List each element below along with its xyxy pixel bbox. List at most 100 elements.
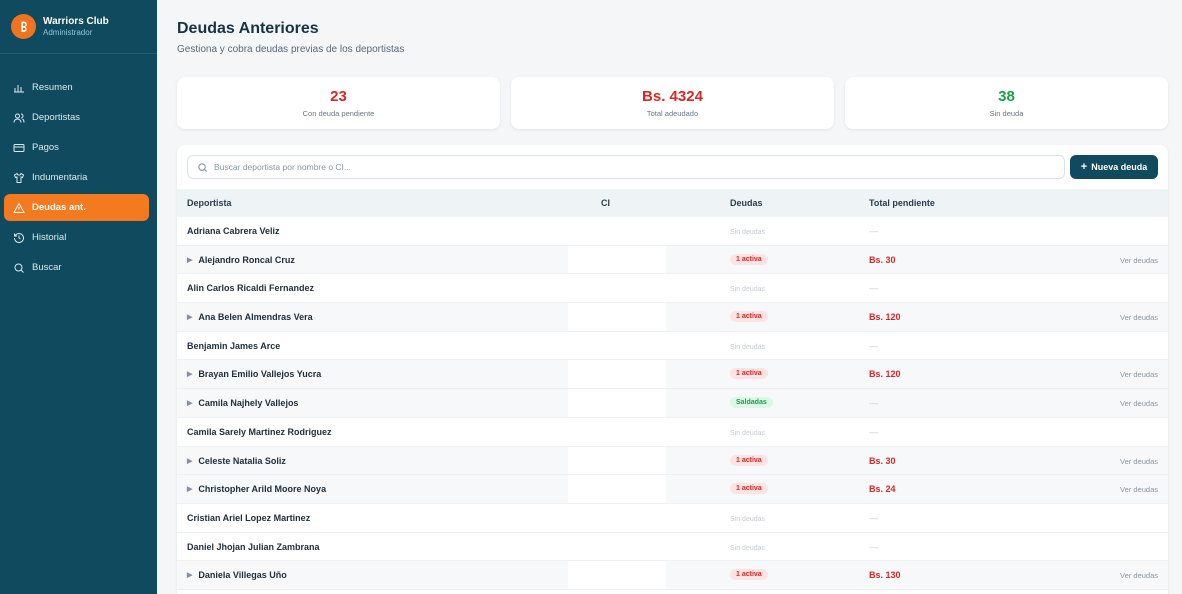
search-icon xyxy=(13,262,25,274)
total-pending-value: Bs. 120 xyxy=(869,312,901,323)
club-logo-icon xyxy=(11,14,36,39)
total-pending-cell: Bs. 24 xyxy=(869,484,896,494)
sidebar-item-resumen[interactable]: Resumen xyxy=(4,74,149,101)
new-debt-label: Nueva deuda xyxy=(1091,162,1148,172)
expand-caret-icon[interactable]: ▶ xyxy=(187,256,192,264)
debts-cell: 1 activa xyxy=(730,454,768,466)
view-debts-link[interactable]: Ver deudas xyxy=(1120,485,1158,494)
sidebar-item-historial[interactable]: Historial xyxy=(4,224,149,251)
total-pending-value: Bs. 130 xyxy=(869,570,901,581)
table-row[interactable]: ▶ Daniela Villegas Uño 1 activa Bs. 130 Ver … xyxy=(177,561,1168,590)
sidebar-item-indumentaria[interactable]: Indumentaria xyxy=(4,164,149,191)
search-input[interactable] xyxy=(214,162,1034,172)
sidebar-item-label: Deudas ant. xyxy=(32,202,86,213)
table-row[interactable]: ▶ Camila Najhely Vallejos Saldadas — Ver deu… xyxy=(177,389,1168,418)
sidebar-item-label: Historial xyxy=(32,232,67,243)
bar-chart-icon xyxy=(13,82,25,94)
debts-cell: Sin deudas xyxy=(730,339,765,351)
shirt-icon xyxy=(13,172,25,184)
table-row[interactable]: ▶ Christopher Arild Moore Noya 1 activa Bs.… xyxy=(177,475,1168,504)
view-debts-link[interactable]: Ver deudas xyxy=(1120,571,1158,580)
stat-card-no-debt: 38 Sin deuda xyxy=(845,77,1168,129)
table-row[interactable]: ▶ Celeste Natalia Soliz 1 activa Bs. 30 Ver … xyxy=(177,446,1168,476)
athlete-name-cell: ▶ Brayan Emilio Vallejos Yucra xyxy=(187,369,321,379)
sidebar-item-buscar[interactable]: Buscar xyxy=(4,254,149,281)
table-row: Cristian Ariel Lopez Martinez Sin deudas — xyxy=(177,504,1168,533)
stat-label: Total adeudado xyxy=(646,109,699,118)
athlete-name: Brayan Emilio Vallejos Yucra xyxy=(198,369,322,380)
search-icon xyxy=(197,162,208,173)
debts-cell: 1 activa xyxy=(730,367,768,380)
view-debts-link[interactable]: Ver deudas xyxy=(1120,399,1158,408)
history-icon xyxy=(13,232,25,244)
stat-value: 38 xyxy=(998,88,1015,105)
athlete-name: Alejandro Roncal Cruz xyxy=(198,254,295,265)
debts-cell: Saldadas xyxy=(730,396,773,409)
expand-caret-icon[interactable]: ▶ xyxy=(187,571,192,579)
sidebar-item-deudas[interactable]: Deudas ant. xyxy=(4,194,149,221)
total-pending-cell: — xyxy=(869,427,878,437)
view-debts-link[interactable]: Ver deudas xyxy=(1120,256,1158,265)
total-pending-cell: Bs. 130 xyxy=(869,570,901,580)
view-debts-link[interactable]: Ver deudas xyxy=(1120,313,1158,322)
table-row: Adriana Cabrera Veliz Sin deudas — xyxy=(177,217,1168,246)
stats-row: 23 Con deuda pendiente Bs. 4324 Total ad… xyxy=(177,77,1168,129)
total-pending-value: Bs. 120 xyxy=(869,369,901,380)
debts-cell: Sin deudas xyxy=(730,224,766,236)
athlete-name-cell: Daniel Jhojan Julian Zambrana xyxy=(187,542,320,552)
athlete-name-cell: ▶ Ana Belen Almendras Vera xyxy=(187,312,313,322)
athlete-name-cell: ▶ Camila Najhely Vallejos xyxy=(187,398,298,408)
debts-cell: Sin deudas xyxy=(730,281,766,294)
no-debts-text: Sin deudas xyxy=(730,229,766,236)
expand-caret-icon[interactable]: ▶ xyxy=(187,370,192,378)
expand-caret-icon[interactable]: ▶ xyxy=(187,313,192,321)
column-header-ci: CI xyxy=(601,198,610,208)
total-pending-value: Bs. 30 xyxy=(869,254,896,265)
sidebar-nav: Resumen Deportistas Pagos Indumentaria D… xyxy=(0,54,157,281)
table-row[interactable]: ▶ Alejandro Roncal Cruz 1 activa Bs. 30 Ver … xyxy=(177,245,1168,275)
view-debts-link[interactable]: Ver deudas xyxy=(1120,457,1158,466)
table-row[interactable]: ▶ Brayan Emilio Vallejos Yucra 1 activa Bs.… xyxy=(177,360,1168,390)
total-pending-value: — xyxy=(869,340,878,351)
no-debts-text: Sin deudas xyxy=(730,286,766,294)
stat-card-pending: 23 Con deuda pendiente xyxy=(177,77,500,129)
credit-card-icon xyxy=(13,142,25,154)
debts-cell: Sin deudas xyxy=(730,511,766,523)
stat-label: Con deuda pendiente xyxy=(302,109,375,118)
new-debt-button[interactable]: + Nueva deuda xyxy=(1070,155,1158,179)
athlete-name-cell: Benjamin James Arce xyxy=(187,341,280,351)
debts-cell: 1 activa xyxy=(730,253,768,265)
debts-cell: Sin deudas xyxy=(730,425,765,437)
view-debts-link[interactable]: Ver deudas xyxy=(1120,370,1158,379)
page-subtitle: Gestiona y cobra deudas previas de los d… xyxy=(177,44,405,55)
athlete-name-cell: ▶ Christopher Arild Moore Noya xyxy=(187,484,326,494)
athlete-name-cell: Adriana Cabrera Veliz xyxy=(187,226,280,236)
athlete-name: Ana Belen Almendras Vera xyxy=(198,312,313,323)
athlete-name-cell: ▶ Alejandro Roncal Cruz xyxy=(187,255,295,265)
total-pending-cell: Bs. 30 xyxy=(869,255,896,265)
sidebar-item-label: Deportistas xyxy=(32,112,81,123)
total-pending-cell: — xyxy=(869,341,878,351)
expand-caret-icon[interactable]: ▶ xyxy=(187,485,192,493)
total-pending-value: — xyxy=(869,541,878,552)
expand-caret-icon[interactable]: ▶ xyxy=(187,457,192,465)
total-pending-cell: — xyxy=(869,398,878,408)
sidebar: Warriors Club Administrador Resumen Depo… xyxy=(0,0,157,594)
total-pending-value: — xyxy=(869,283,878,294)
total-pending-cell: Bs. 120 xyxy=(869,369,901,379)
table-row: Camila Sarely Martinez Rodriguez Sin deud… xyxy=(177,418,1168,447)
debt-status-badge: 1 activa xyxy=(730,454,768,466)
table-row[interactable]: ▶ Ana Belen Almendras Vera 1 activa Bs. 120… xyxy=(177,303,1168,332)
expand-caret-icon[interactable]: ▶ xyxy=(187,399,192,407)
column-header-debts: Deudas xyxy=(730,198,763,208)
sidebar-item-pagos[interactable]: Pagos xyxy=(4,134,149,161)
search-box[interactable] xyxy=(187,155,1065,179)
debt-status-badge: 1 activa xyxy=(730,368,768,380)
sidebar-item-deportistas[interactable]: Deportistas xyxy=(4,104,149,131)
total-pending-cell: — xyxy=(869,226,878,236)
brand-name: Warriors Club xyxy=(43,16,109,28)
no-debts-text: Sin deudas xyxy=(730,515,766,523)
table-row: Daniel Jhojan Julian Zambrana Sin deudas — xyxy=(177,533,1168,562)
athlete-name: Benjamin James Arce xyxy=(187,340,281,351)
athlete-name-cell: Cristian Ariel Lopez Martinez xyxy=(187,513,310,523)
